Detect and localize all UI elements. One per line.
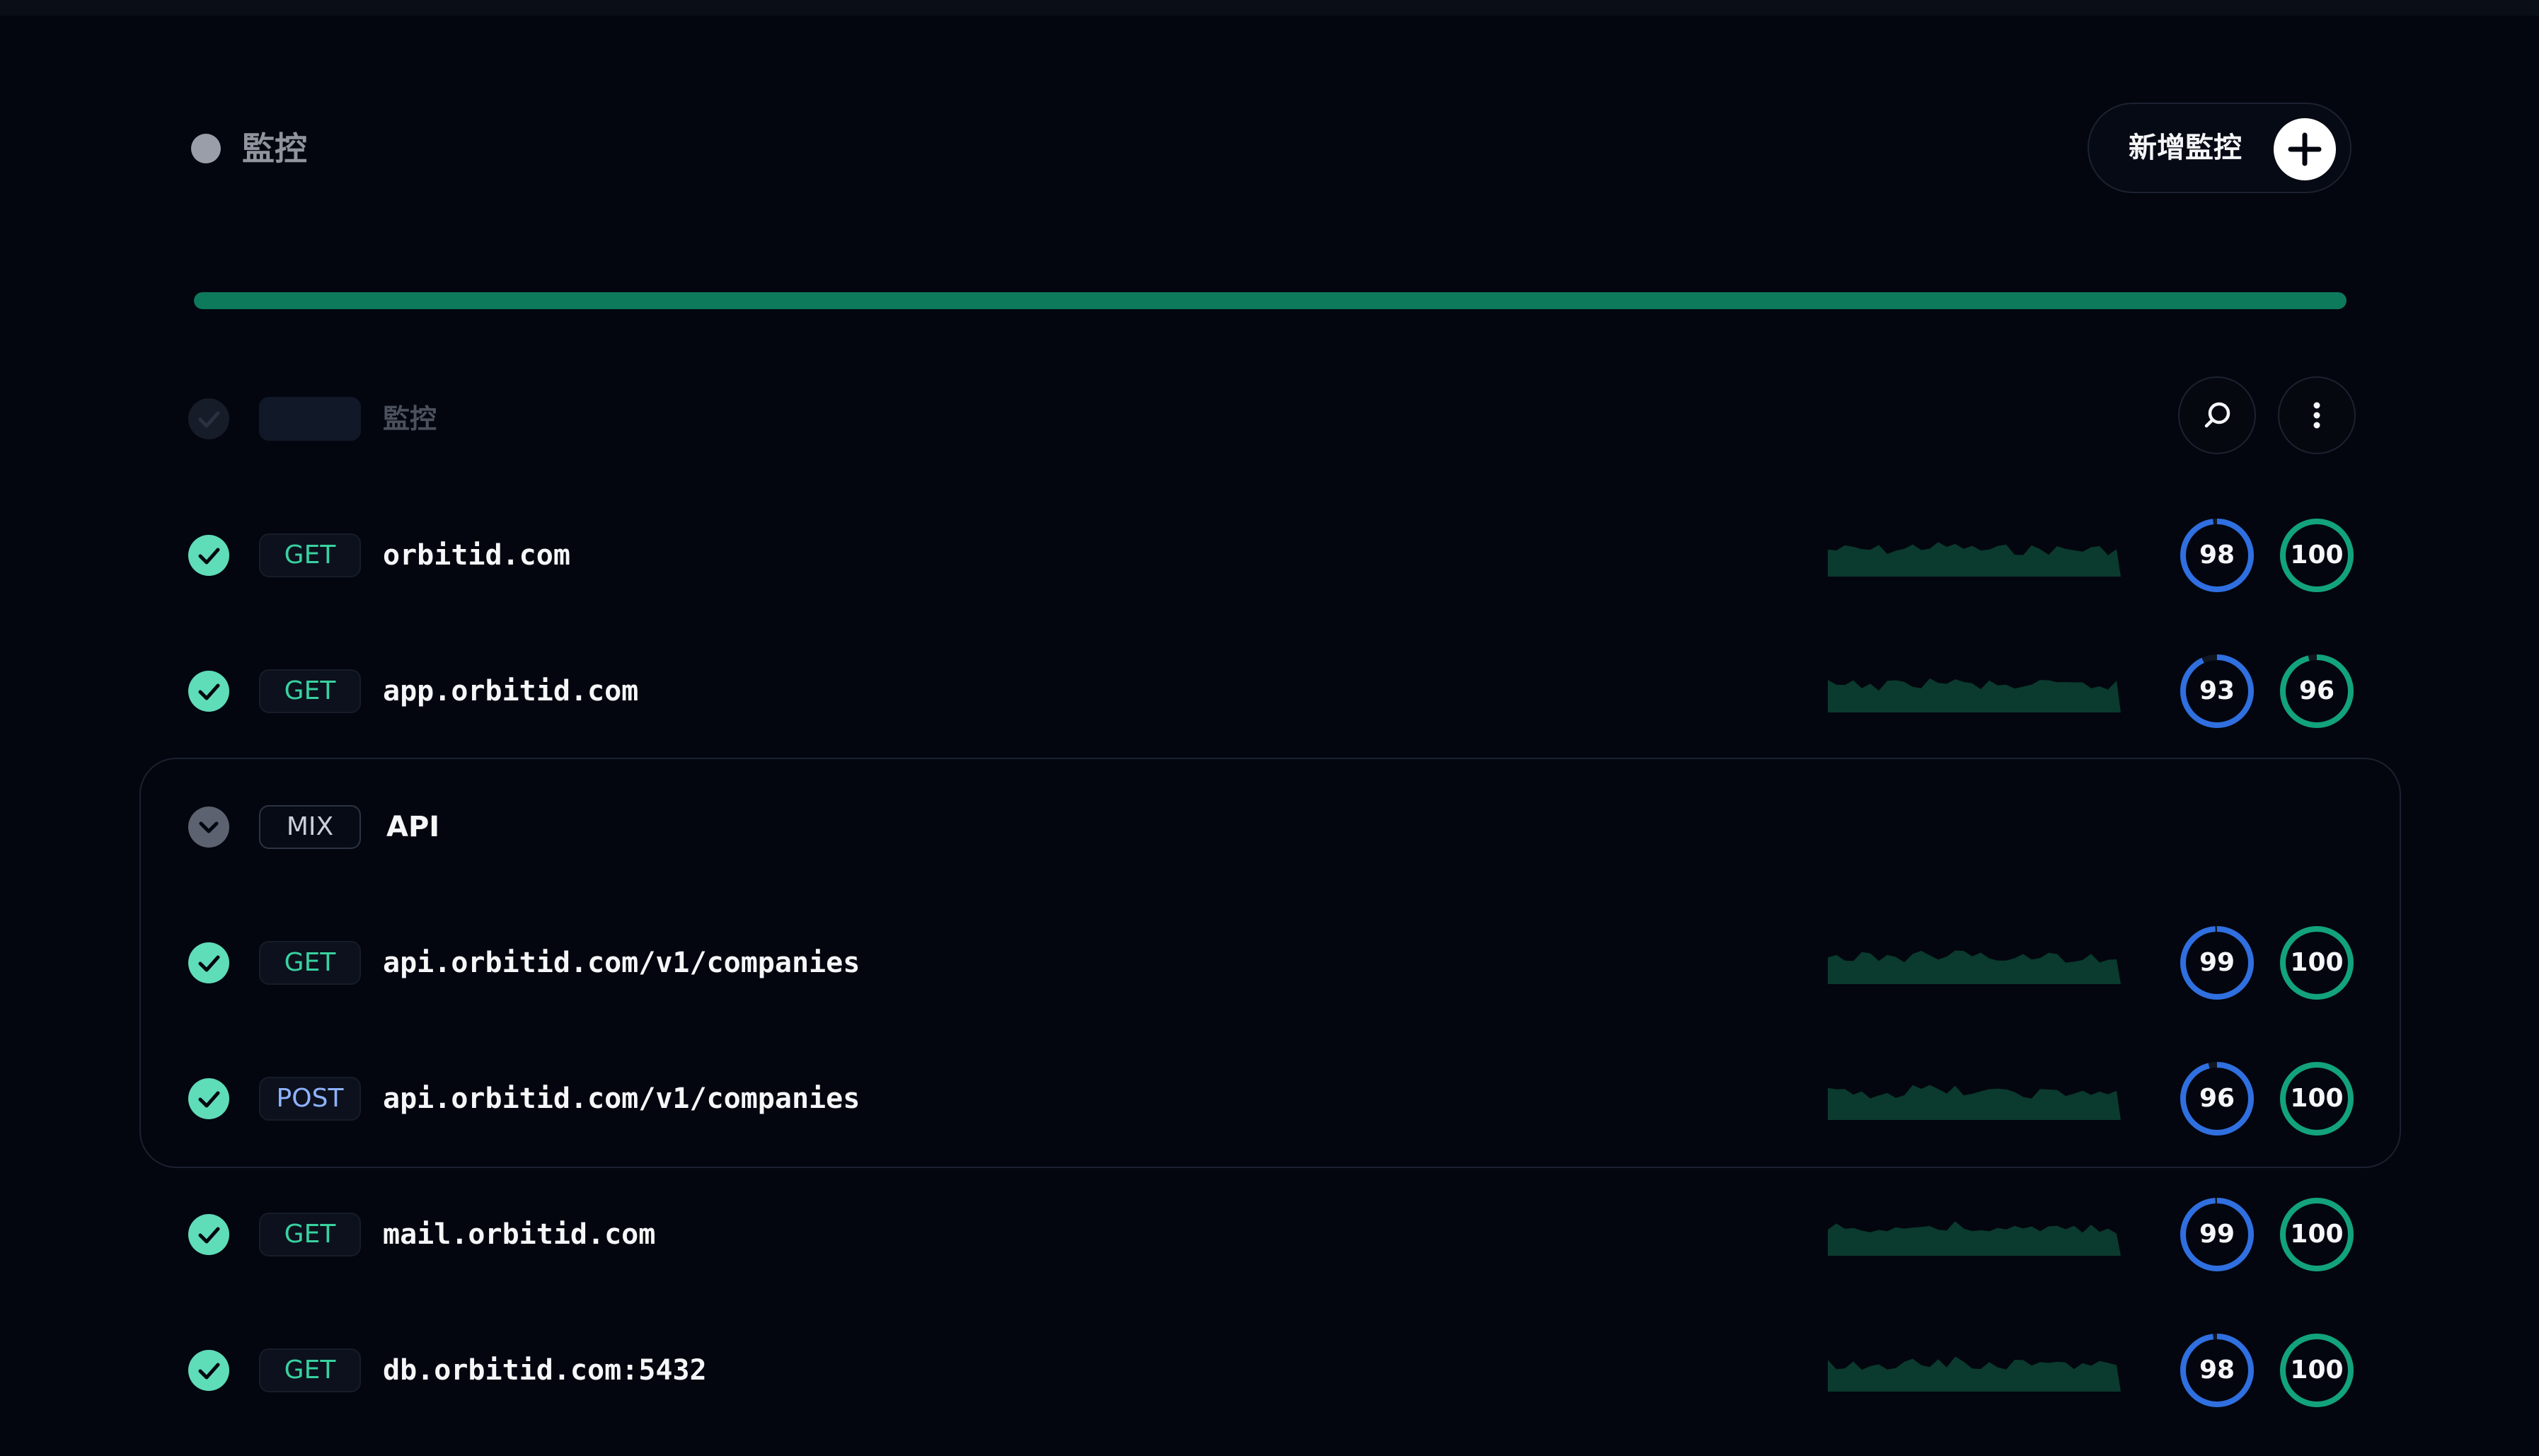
availability-gauge: 100 [2278, 1196, 2356, 1273]
uptime-status-fill [194, 292, 2347, 309]
monitor-row[interactable]: GET db.orbitid.com:5432 98 100 [0, 1328, 2539, 1413]
status-check-icon [188, 1350, 229, 1391]
status-dot [191, 134, 221, 163]
monitor-name: mail.orbitid.com [383, 1218, 656, 1251]
performance-gauge: 98 [2178, 1331, 2256, 1409]
page-title: 監控 [242, 129, 307, 168]
response-sparkline [1828, 542, 2121, 577]
performance-gauge: 99 [2178, 924, 2256, 1002]
response-sparkline [1828, 678, 2121, 712]
monitor-row[interactable]: POST api.orbitid.com/v1/companies 96 100 [0, 1056, 2539, 1141]
monitor-name: db.orbitid.com:5432 [383, 1354, 707, 1387]
select-all-checkbox[interactable] [188, 398, 229, 439]
list-header-row: 監控 [0, 376, 2539, 461]
add-monitor-button[interactable]: 新增監控 [2088, 103, 2351, 193]
monitor-name: api.orbitid.com/v1/companies [383, 947, 860, 979]
status-check-icon [188, 942, 229, 983]
method-badge: GET [259, 1348, 361, 1392]
group-name: API [386, 811, 440, 843]
window-top-border [0, 0, 2539, 16]
monitor-row[interactable]: GET api.orbitid.com/v1/companies 99 100 [0, 920, 2539, 1005]
method-badge: MIX [259, 805, 361, 849]
availability-gauge: 100 [2278, 924, 2356, 1002]
method-badge: POST [259, 1077, 361, 1121]
monitor-row[interactable]: GET mail.orbitid.com 99 100 [0, 1192, 2539, 1277]
method-badge: GET [259, 669, 361, 713]
group-row[interactable]: MIX API [0, 785, 2539, 869]
add-monitor-label: 新增監控 [2129, 132, 2242, 164]
status-check-icon [188, 1078, 229, 1119]
list-header-title: 監控 [383, 403, 437, 434]
status-check-icon [188, 671, 229, 712]
availability-gauge: 96 [2278, 652, 2356, 730]
status-check-icon [188, 535, 229, 576]
monitor-name: orbitid.com [383, 539, 570, 572]
method-filter-placeholder [259, 397, 361, 441]
response-sparkline [1828, 1085, 2121, 1120]
availability-gauge: 100 [2278, 1331, 2356, 1409]
performance-gauge: 96 [2178, 1060, 2256, 1138]
availability-gauge: 100 [2278, 1060, 2356, 1138]
response-sparkline [1828, 950, 2121, 984]
chevron-down-icon [199, 821, 219, 833]
availability-gauge: 100 [2278, 516, 2356, 594]
plus-icon [2274, 118, 2336, 180]
collapse-toggle[interactable] [188, 807, 229, 848]
method-badge: GET [259, 533, 361, 577]
performance-gauge: 98 [2178, 516, 2256, 594]
monitor-name: app.orbitid.com [383, 675, 639, 707]
uptime-status-bar [194, 292, 2347, 309]
response-sparkline [1828, 1356, 2121, 1392]
performance-gauge: 99 [2178, 1196, 2256, 1273]
search-button[interactable] [2178, 376, 2256, 454]
more-vertical-icon [2313, 402, 2320, 429]
performance-gauge: 93 [2178, 652, 2256, 730]
monitor-row[interactable]: GET app.orbitid.com 93 96 [0, 649, 2539, 734]
monitor-name: api.orbitid.com/v1/companies [383, 1082, 860, 1115]
method-badge: GET [259, 941, 361, 985]
search-icon [2204, 402, 2230, 428]
monitor-row[interactable]: GET orbitid.com 98 100 [0, 513, 2539, 598]
method-badge: GET [259, 1213, 361, 1256]
response-sparkline [1828, 1221, 2121, 1256]
more-options-button[interactable] [2278, 376, 2356, 454]
status-check-icon [188, 1214, 229, 1255]
